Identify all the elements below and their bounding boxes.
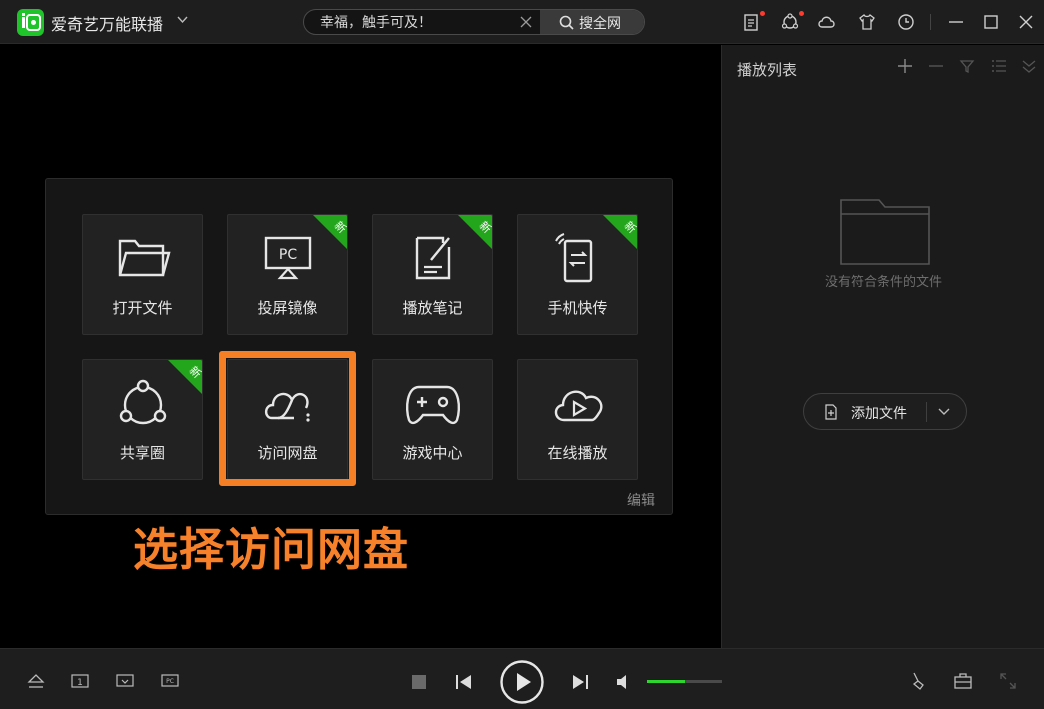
search-all-button[interactable]: 搜全网	[540, 10, 644, 34]
shirt-icon[interactable]	[857, 12, 877, 32]
volume-slider[interactable]	[647, 680, 722, 683]
tile-label: 游戏中心	[402, 444, 463, 462]
empty-folder-icon	[840, 199, 930, 265]
toolbox-icon[interactable]	[954, 672, 972, 690]
edit-link[interactable]: 编辑	[627, 490, 655, 510]
toolbar-divider	[930, 14, 931, 30]
filter-icon[interactable]	[958, 57, 976, 75]
phone-transfer-icon	[555, 233, 593, 283]
notification-dot	[760, 11, 765, 16]
svg-text:1: 1	[77, 678, 83, 688]
playlist-panel: 播放列表 没有符合条件的文件 添加文件	[721, 45, 1044, 648]
close-icon[interactable]	[518, 14, 534, 30]
maximize-icon[interactable]	[981, 12, 1001, 32]
tile-label: 投屏镜像	[257, 299, 318, 317]
add-file-button[interactable]: 添加文件	[803, 393, 967, 430]
tile-label: 共享圈	[119, 444, 165, 462]
eject-icon[interactable]	[27, 673, 45, 689]
clock-icon[interactable]	[896, 12, 916, 32]
new-badge: 新	[457, 215, 492, 250]
tile-label: 打开文件	[112, 299, 173, 317]
tile-label: 手机快传	[547, 299, 608, 317]
tile-play-notes[interactable]: 播放笔记 新	[372, 214, 493, 335]
empty-message: 没有符合条件的文件	[824, 275, 942, 290]
add-file-icon	[825, 404, 837, 420]
tile-phone-transfer[interactable]: 手机快传 新	[517, 214, 638, 335]
stop-icon[interactable]	[411, 674, 427, 690]
add-file-label: 添加文件	[851, 406, 907, 422]
previous-icon[interactable]	[455, 673, 473, 691]
remove-icon[interactable]	[927, 57, 945, 75]
fullscreen-icon[interactable]	[999, 672, 1017, 690]
chevron-down-icon[interactable]	[176, 13, 189, 26]
collapse-icon[interactable]	[1020, 57, 1038, 75]
volume-level	[647, 680, 685, 683]
pc-cast-icon: PC	[264, 236, 312, 280]
search-all-label: 搜全网	[579, 16, 621, 32]
gamepad-icon	[405, 385, 461, 425]
list-icon[interactable]	[990, 57, 1008, 75]
search-icon	[559, 15, 574, 30]
cast-icon[interactable]	[116, 673, 134, 689]
playlist-title: 播放列表	[737, 61, 798, 79]
search-input[interactable]	[304, 10, 540, 34]
svg-text:PC: PC	[166, 678, 174, 685]
control-bar: 1 PC	[0, 648, 1044, 709]
tile-label: 播放笔记	[402, 299, 463, 317]
note-icon	[415, 236, 451, 280]
window-mode-icon[interactable]: 1	[71, 673, 89, 689]
folder-icon	[118, 239, 171, 277]
new-badge: 新	[602, 215, 637, 250]
close-window-icon[interactable]	[1016, 12, 1036, 32]
annotation-text: 选择访问网盘	[133, 523, 410, 576]
tile-online-play[interactable]: 在线播放	[517, 359, 638, 480]
share-circle-icon	[119, 379, 167, 425]
button-divider	[926, 402, 927, 422]
title-bar: 爱奇艺万能联播 搜全网	[0, 0, 1044, 44]
pc-screen-icon[interactable]: PC	[161, 673, 179, 689]
clean-icon[interactable]	[909, 671, 929, 691]
app-title[interactable]: 爱奇艺万能联播	[51, 11, 163, 35]
add-icon[interactable]	[896, 57, 914, 75]
notification-dot	[799, 11, 804, 16]
feature-panel: 打开文件 PC 投屏镜像 新 播放笔记 新 手机快传 新 共享圈 新 访问网盘 …	[45, 178, 673, 515]
cloud-icon[interactable]	[817, 12, 837, 32]
app-logo-icon	[17, 9, 44, 36]
cloud-play-icon	[554, 390, 603, 422]
tile-share-circle[interactable]: 共享圈 新	[82, 359, 203, 480]
next-icon[interactable]	[571, 673, 589, 691]
note-edit-icon[interactable]	[742, 12, 762, 32]
svg-text:PC: PC	[279, 247, 297, 263]
minimize-icon[interactable]	[946, 12, 966, 32]
share-circle-icon[interactable]	[780, 12, 800, 32]
tile-label: 在线播放	[547, 444, 608, 462]
highlight-box	[219, 351, 356, 486]
tile-open-file[interactable]: 打开文件	[82, 214, 203, 335]
search-box: 搜全网	[303, 9, 645, 35]
volume-icon[interactable]	[615, 673, 633, 691]
new-badge: 新	[167, 360, 202, 395]
tile-game-center[interactable]: 游戏中心	[372, 359, 493, 480]
chevron-down-icon[interactable]	[937, 406, 951, 418]
play-button[interactable]	[499, 659, 545, 705]
new-badge: 新	[312, 215, 347, 250]
tile-screen-mirror[interactable]: PC 投屏镜像 新	[227, 214, 348, 335]
